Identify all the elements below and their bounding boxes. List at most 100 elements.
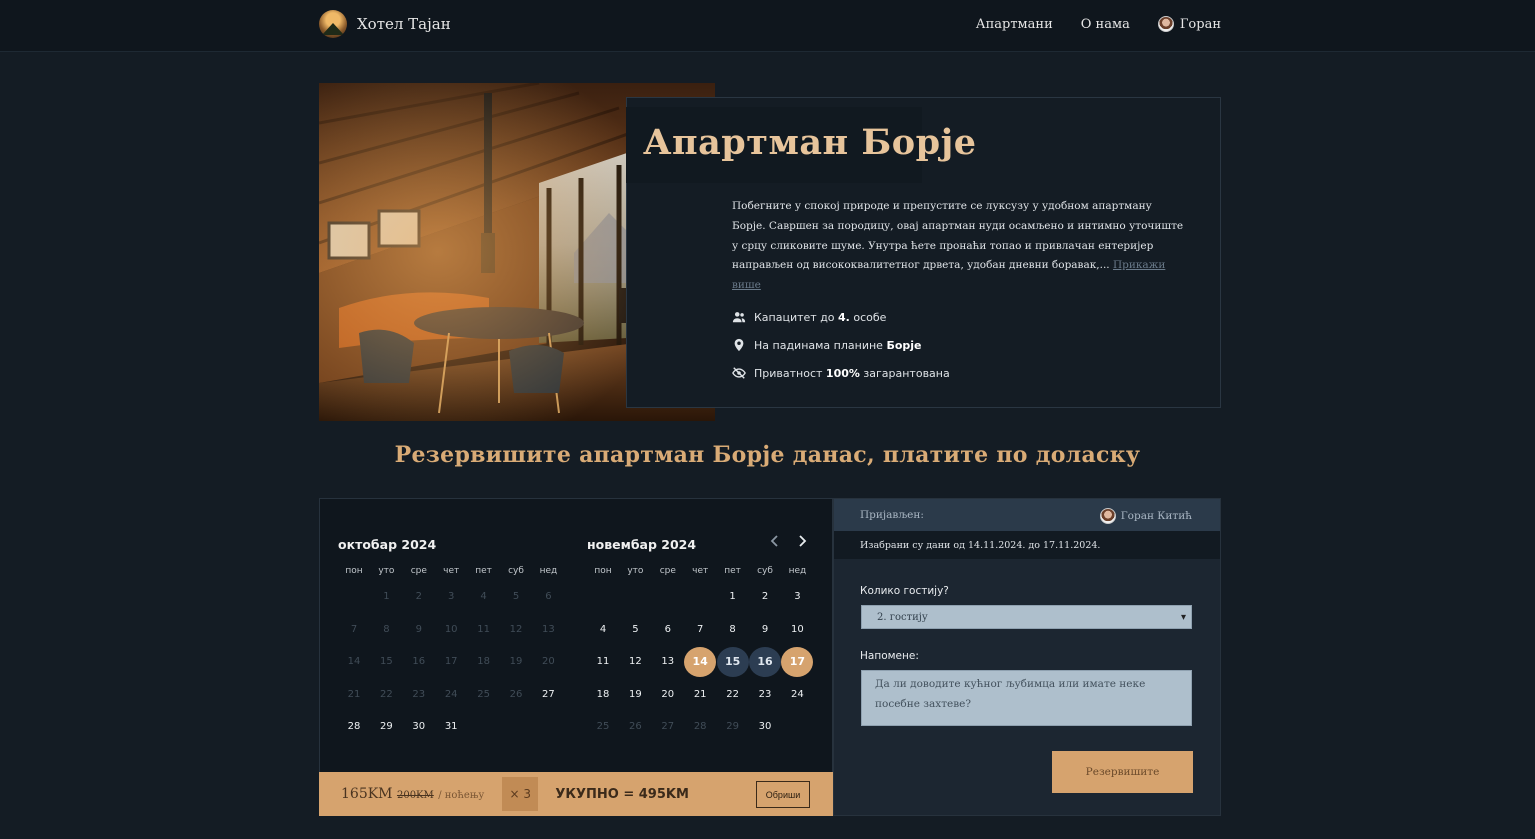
- user-avatar-icon: [1099, 508, 1116, 524]
- weekday-header: уто: [378, 566, 395, 576]
- feature-location: На падинама планине Борје: [732, 331, 950, 359]
- calendar-day: 18: [477, 656, 490, 668]
- calendar-day[interactable]: 12: [619, 647, 651, 677]
- calendar-day[interactable]: 19: [619, 680, 651, 710]
- price-summary-bar: 165KM 200KM / ноћењу × 3 УКУПНО = 495KM …: [319, 772, 833, 816]
- calendar-day: 15: [380, 656, 393, 668]
- calendar-day: 26: [629, 721, 642, 733]
- calendar-day[interactable]: 7: [684, 615, 716, 645]
- guests-label: Колико гостију?: [860, 585, 949, 597]
- booking-heading: Резервишите апартман Борје данас, платит…: [394, 442, 1141, 468]
- calendar-day: 16: [412, 656, 426, 668]
- weekday-header: чет: [443, 566, 460, 576]
- calendar-day: 1: [383, 591, 390, 602]
- calendar-day: 12: [509, 623, 523, 635]
- calendar-day[interactable]: 3: [781, 582, 813, 612]
- chevron-down-icon: ▾: [1180, 612, 1186, 623]
- total-price: УКУПНО = 495KM: [555, 786, 689, 802]
- calendar-day[interactable]: 31: [435, 712, 467, 742]
- user-avatar-icon: [1157, 16, 1174, 32]
- calendar-day: 11: [477, 623, 490, 635]
- calendar-day: 21: [347, 688, 361, 700]
- calendar-day[interactable]: 15: [716, 647, 749, 678]
- calendar-day[interactable]: 13: [652, 647, 684, 677]
- guests-select[interactable]: 2. гостију ▾: [861, 605, 1192, 629]
- calendar-day[interactable]: 28: [338, 712, 370, 742]
- calendar-day: 27: [661, 721, 675, 733]
- calendar-day: 19: [509, 656, 523, 668]
- calendar-day: 14: [347, 656, 361, 668]
- feature-privacy: Приватност 100% загарантована: [732, 359, 950, 387]
- notes-label: Напомене:: [860, 650, 919, 662]
- calendar-day: 25: [477, 688, 490, 700]
- calendar-day[interactable]: 29: [370, 712, 402, 742]
- calendar-day[interactable]: 1: [717, 582, 749, 612]
- calendar-day[interactable]: 9: [749, 615, 781, 645]
- nights-multiplier: × 3: [502, 777, 539, 811]
- calendar-day: 6: [545, 591, 552, 602]
- calendar-day: 22: [380, 688, 393, 700]
- weekday-header: сре: [659, 566, 676, 576]
- feature-list: Капацитет до 4. особе На падинама планин…: [732, 303, 950, 387]
- feature-text: Приватност 100% загарантована: [754, 366, 950, 380]
- nav-links: Апартмани О нама Горан: [976, 16, 1221, 32]
- hotel-logo-icon: [319, 10, 347, 38]
- reserve-button[interactable]: Резервишите: [1052, 751, 1193, 793]
- calendar-day[interactable]: 14: [684, 647, 717, 678]
- selected-dates-row: Изабрани су дани од 14.11.2024. до 17.11…: [834, 531, 1220, 559]
- calendar-day: 24: [444, 688, 458, 700]
- weekday-header: нед: [539, 566, 558, 576]
- calendar-day[interactable]: 16: [749, 647, 781, 678]
- calendar-day[interactable]: 17: [781, 647, 814, 678]
- calendar-day[interactable]: 18: [587, 680, 619, 710]
- feature-capacity: Капацитет до 4. особе: [732, 303, 950, 331]
- calendar-day[interactable]: 5: [619, 615, 651, 645]
- login-status-bar: Пријављен: Горан Китић: [834, 499, 1220, 531]
- calendar-day: 26: [509, 688, 523, 700]
- calendar-day[interactable]: 11: [587, 647, 619, 677]
- feature-text: Капацитет до 4. особе: [754, 310, 887, 324]
- date-picker: октобар 2024 пон уто сре чет пет суб нед 1 2 3 4 5 6…: [319, 498, 833, 816]
- brand[interactable]: Хотел Тајан: [319, 10, 451, 38]
- old-price: 200KM: [396, 790, 434, 801]
- calendar-day: 20: [542, 656, 555, 668]
- calendar-day[interactable]: 10: [781, 615, 813, 645]
- calendar-day: 10: [444, 623, 458, 635]
- calendar-day[interactable]: 21: [684, 680, 716, 710]
- calendar-day[interactable]: 27: [532, 680, 564, 710]
- calendar-day[interactable]: 22: [717, 680, 749, 710]
- weekday-header: пет: [475, 566, 492, 576]
- calendar-day[interactable]: 20: [652, 680, 684, 710]
- calendar-day[interactable]: 6: [652, 615, 684, 645]
- previous-month-chevron-icon[interactable]: [767, 533, 783, 549]
- calendar-day: 4: [480, 591, 487, 602]
- calendar-day[interactable]: 2: [749, 582, 781, 612]
- weekday-header: уто: [627, 566, 644, 576]
- calendar-day: 9: [415, 623, 422, 635]
- notes-textarea[interactable]: Да ли доводите кућног љубимца или имате …: [861, 670, 1192, 726]
- eye-off-icon: [732, 367, 746, 379]
- calendar-day[interactable]: 23: [749, 680, 781, 710]
- calendar-day[interactable]: 4: [587, 615, 619, 645]
- weekday-header: суб: [508, 566, 524, 576]
- calendar-day: 28: [693, 721, 707, 733]
- weekday-header: пон: [345, 566, 363, 576]
- calendar-day: 29: [726, 721, 739, 733]
- nightly-price: 165KM 200KM / ноћењу: [341, 786, 485, 802]
- nav-link-apartments[interactable]: Апартмани: [976, 17, 1053, 32]
- next-month-chevron-icon[interactable]: [794, 533, 810, 549]
- calendar-day[interactable]: 30: [749, 712, 781, 742]
- top-navbar: Хотел Тајан Апартмани О нама Горан: [0, 0, 1535, 52]
- nav-user-menu[interactable]: Горан: [1157, 16, 1221, 32]
- calendar-day[interactable]: 8: [717, 615, 749, 645]
- weekday-header: нед: [788, 566, 807, 576]
- calendar-day[interactable]: 30: [403, 712, 435, 742]
- selected-dates-text: Изабрани су дани од 14.11.2024. до 17.11…: [860, 540, 1101, 551]
- logged-in-user: Горан Китић: [1099, 508, 1192, 524]
- weekday-header: чет: [692, 566, 709, 576]
- calendar-day: 7: [350, 623, 358, 635]
- clear-dates-button[interactable]: Обриши: [756, 781, 810, 808]
- calendar-day[interactable]: 24: [781, 680, 813, 710]
- calendar-day: 3: [448, 591, 455, 602]
- nav-link-about[interactable]: О нама: [1081, 17, 1130, 32]
